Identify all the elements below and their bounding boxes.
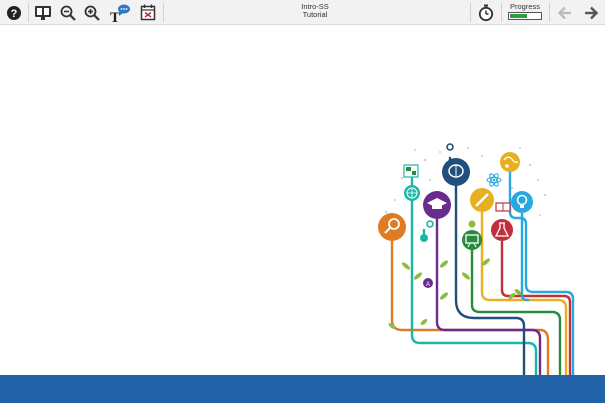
flask-icon xyxy=(491,219,513,241)
translate-button[interactable] xyxy=(32,2,54,23)
timer-icon xyxy=(478,4,494,21)
text-comment-button[interactable]: T xyxy=(109,2,131,23)
chalkboard-icon xyxy=(462,230,482,250)
zoom-out-button[interactable] xyxy=(57,2,79,23)
calendar-icon xyxy=(140,4,156,21)
zoom-out-icon xyxy=(60,5,76,21)
lightbulb-icon xyxy=(511,191,533,213)
globe-icon xyxy=(404,185,420,201)
magnifier-icon xyxy=(378,213,406,241)
calendar-button[interactable] xyxy=(137,2,159,23)
footer-bar xyxy=(0,375,605,403)
brain-icon xyxy=(442,158,470,186)
progress-label: Progress xyxy=(510,2,541,11)
page-title: Intro-SS Tutorial xyxy=(270,3,360,19)
help-button[interactable]: ? xyxy=(3,2,25,23)
timer-button[interactable] xyxy=(475,2,497,23)
earth-icon xyxy=(500,152,520,172)
forward-arrow-icon xyxy=(585,6,599,19)
slide-canvas: A xyxy=(0,25,605,377)
toolbar: ? T Intro-SS Tutorial Progress xyxy=(0,0,605,25)
svg-text:A: A xyxy=(426,282,430,288)
help-icon: ? xyxy=(7,5,21,20)
progress-bar xyxy=(508,12,542,20)
education-tree-illustration: A xyxy=(378,143,575,377)
puzzle-icon xyxy=(403,164,419,178)
progress-fill xyxy=(510,14,527,18)
translate-icon xyxy=(35,5,51,20)
graduation-cap-icon xyxy=(423,191,451,219)
zoom-in-icon xyxy=(84,5,100,21)
pencil-icon xyxy=(470,188,494,212)
book-icon xyxy=(495,202,511,212)
zoom-in-button[interactable] xyxy=(81,2,103,23)
back-arrow-icon xyxy=(557,6,571,19)
text-comment-icon: T xyxy=(110,4,130,23)
forward-button[interactable] xyxy=(580,2,602,23)
svg-text:?: ? xyxy=(11,8,18,20)
title-line-2: Tutorial xyxy=(302,10,328,19)
back-button[interactable] xyxy=(554,2,576,23)
svg-text:T: T xyxy=(110,10,120,23)
